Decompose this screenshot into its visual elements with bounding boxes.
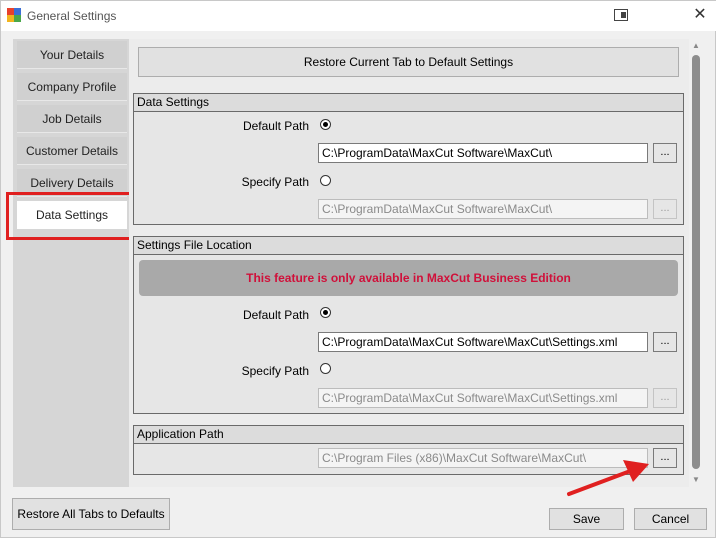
sidebar-item-delivery-details[interactable]: Delivery Details bbox=[17, 169, 127, 197]
window-title: General Settings bbox=[27, 9, 117, 23]
data-specify-path-label: Specify Path bbox=[241, 175, 309, 189]
application-path-field[interactable]: C:\Program Files (x86)\MaxCut Software\M… bbox=[318, 448, 648, 468]
data-specify-browse-button[interactable]: ... bbox=[653, 199, 677, 219]
sidebar-item-data-settings[interactable]: Data Settings bbox=[17, 201, 127, 229]
scroll-thumb[interactable] bbox=[692, 55, 700, 469]
app-icon bbox=[7, 8, 21, 22]
settings-default-path-field[interactable]: C:\ProgramData\MaxCut Software\MaxCut\Se… bbox=[318, 332, 648, 352]
settings-default-path-radio[interactable] bbox=[320, 307, 331, 318]
scroll-down-icon[interactable]: ▼ bbox=[689, 473, 703, 487]
save-button[interactable]: Save bbox=[549, 508, 624, 530]
data-specify-path-radio[interactable] bbox=[320, 175, 331, 186]
settings-specify-path-radio[interactable] bbox=[320, 363, 331, 374]
data-specify-path-field[interactable]: C:\ProgramData\MaxCut Software\MaxCut\ bbox=[318, 199, 648, 219]
settings-file-header: Settings File Location bbox=[134, 237, 683, 255]
settings-specify-browse-button[interactable]: ... bbox=[653, 388, 677, 408]
application-path-header: Application Path bbox=[134, 426, 683, 444]
data-default-browse-button[interactable]: ... bbox=[653, 143, 677, 163]
data-default-path-label: Default Path bbox=[242, 119, 309, 133]
data-settings-header: Data Settings bbox=[134, 94, 683, 112]
scroll-up-icon[interactable]: ▲ bbox=[689, 39, 703, 53]
sidebar-item-job-details[interactable]: Job Details bbox=[17, 105, 127, 133]
cancel-button[interactable]: Cancel bbox=[634, 508, 707, 530]
sidebar-item-your-details[interactable]: Your Details bbox=[17, 41, 127, 69]
application-path-browse-button[interactable]: ... bbox=[653, 448, 677, 468]
settings-specify-path-field[interactable]: C:\ProgramData\MaxCut Software\MaxCut\Se… bbox=[318, 388, 648, 408]
business-edition-banner: This feature is only available in MaxCut… bbox=[139, 260, 678, 296]
title-bar: General Settings ✕ bbox=[1, 1, 716, 31]
settings-default-browse-button[interactable]: ... bbox=[653, 332, 677, 352]
restore-current-tab-button[interactable]: Restore Current Tab to Default Settings bbox=[138, 47, 679, 77]
sidebar: Your Details Company Profile Job Details… bbox=[13, 39, 129, 487]
snap-layout-icon[interactable] bbox=[614, 9, 628, 21]
close-icon[interactable]: ✕ bbox=[691, 6, 709, 24]
data-default-path-field[interactable]: C:\ProgramData\MaxCut Software\MaxCut\ bbox=[318, 143, 648, 163]
restore-all-tabs-button[interactable]: Restore All Tabs to Defaults bbox=[12, 498, 170, 530]
settings-specify-path-label: Specify Path bbox=[241, 364, 309, 378]
data-default-path-radio[interactable] bbox=[320, 119, 331, 130]
general-settings-window: General Settings ✕ Your Details Company … bbox=[0, 0, 716, 538]
sidebar-item-company-profile[interactable]: Company Profile bbox=[17, 73, 127, 101]
sidebar-item-customer-details[interactable]: Customer Details bbox=[17, 137, 127, 165]
settings-default-path-label: Default Path bbox=[242, 308, 309, 322]
vertical-scrollbar[interactable]: ▲ ▼ bbox=[689, 39, 703, 487]
